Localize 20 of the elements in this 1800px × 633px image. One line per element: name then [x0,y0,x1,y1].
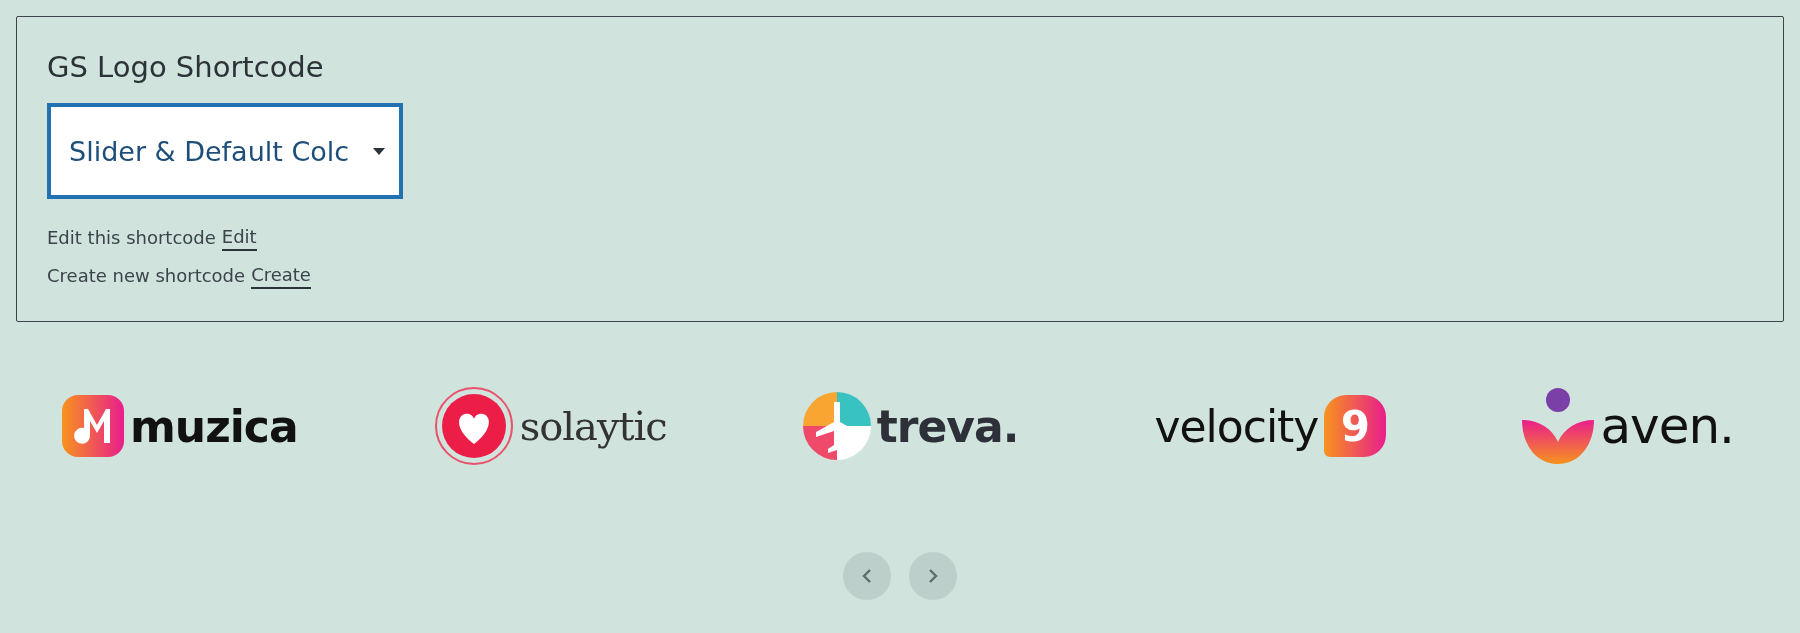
shortcode-link[interactable]: Create [251,263,311,289]
logo-wordmark: aven. [1600,397,1734,455]
logo-wordmark: muzica [130,400,298,452]
logo-wordmark: treva. [876,400,1019,452]
chevron-right-icon [928,569,938,583]
next-button[interactable] [909,552,957,600]
chevron-left-icon [862,569,872,583]
airplane-icon [802,392,871,460]
previous-button[interactable] [843,552,891,600]
panel-title: GS Logo Shortcode [47,49,325,86]
lotus-icon [1522,388,1595,464]
shortcode-select[interactable]: Slider & Default Colc [47,103,403,199]
logo-wordmark: solaytic [519,403,667,449]
caret-icon [373,147,385,155]
logo-badge: 9 [1324,395,1387,457]
logo-wordmark: velocity [1154,400,1319,452]
helper-text: Create new shortcode [47,264,246,288]
helper-text: Edit this shortcode [47,226,216,250]
music-note-icon [62,395,124,457]
shortcode-link[interactable]: Edit [221,225,257,251]
